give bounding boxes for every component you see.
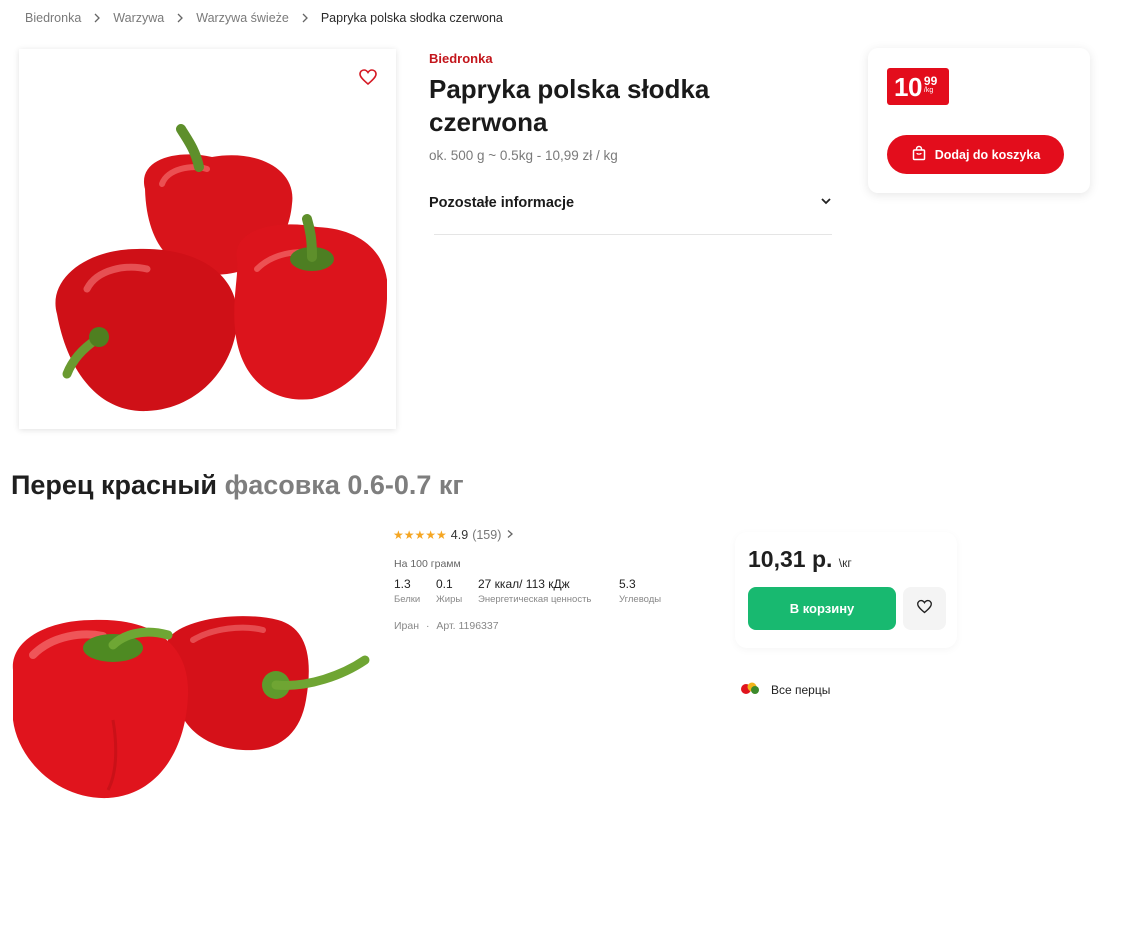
price-decimal: 99 <box>923 73 938 88</box>
shopping-bag-icon <box>911 145 927 164</box>
add-to-cart-button-ru[interactable]: В корзину <box>748 587 896 630</box>
price-unit: \кг <box>838 556 852 570</box>
peppers-category-icon <box>739 681 761 698</box>
product-image-peppers-ru <box>12 616 370 799</box>
nutrition-value: 0.1 <box>436 577 453 591</box>
product-title-ru: Перец красный фасовка 0.6-0.7 кг <box>11 470 464 501</box>
rating-value: 4.9 <box>450 528 469 542</box>
product-image-card <box>19 49 396 429</box>
heart-icon[interactable] <box>358 67 378 87</box>
product-title: Papryka polska słodka czerwona <box>429 74 710 137</box>
article-number: Арт. 1196337 <box>436 620 499 632</box>
other-info-toggle[interactable]: Pozostałe informacje <box>429 189 833 217</box>
breadcrumb-item-biedronka[interactable]: Biedronka <box>25 11 81 25</box>
nutrition-label: Углеводы <box>619 594 662 605</box>
nutrition-label: Белки <box>394 594 421 605</box>
breadcrumb: Biedronka Warzywa Warzywa świeże Papryka… <box>25 11 503 25</box>
chevron-right-icon <box>505 528 515 542</box>
product-title-pack: фасовка 0.6-0.7 кг <box>224 470 464 500</box>
breadcrumb-item-warzywa-swieze[interactable]: Warzywa świeże <box>196 11 289 25</box>
nutrition-label: Жиры <box>436 594 463 605</box>
heart-icon <box>916 598 933 620</box>
all-peppers-link[interactable]: Все перцы <box>739 681 830 698</box>
chevron-down-icon <box>819 194 833 213</box>
favorite-button[interactable] <box>903 587 946 630</box>
rating[interactable]: ★★★★★ 4.9 (159) <box>393 528 515 542</box>
all-peppers-label: Все перцы <box>771 682 831 697</box>
nutrition-label: Энергетическая ценность <box>478 594 592 605</box>
nutrition-value: 1.3 <box>394 577 411 591</box>
price-integer: 10 <box>894 71 922 102</box>
brand-label[interactable]: Biedronka <box>429 51 493 66</box>
weight-info: ok. 500 g ~ 0.5kg - 10,99 zł / kg <box>429 148 618 163</box>
price-value: 10,31 р. <box>748 546 833 572</box>
rating-count: (159) <box>472 528 502 542</box>
breadcrumb-item-warzywa[interactable]: Warzywa <box>113 11 164 25</box>
rating-stars-icon: ★★★★★ <box>393 528 447 542</box>
nutrition-fat: 0.1 Жиры <box>436 577 462 605</box>
chevron-right-icon <box>299 12 311 24</box>
nutrition-carbs: 5.3 Углеводы <box>619 577 661 605</box>
product-title-main: Перец красный <box>11 470 218 500</box>
divider <box>434 234 832 235</box>
nutrition-value: 5.3 <box>619 577 636 591</box>
nutrition-per-100g-label: На 100 грамм <box>394 558 461 570</box>
price-badge: 10 99 /kg <box>887 68 949 105</box>
other-info-label: Pozostałe informacje <box>429 195 575 211</box>
product-image-peppers <box>55 124 387 412</box>
nutrition-protein: 1.3 Белки <box>394 577 420 605</box>
breadcrumb-item-current: Papryka polska słodka czerwona <box>320 11 503 25</box>
buy-box-ru: 10,31 р. \кг В корзину <box>735 532 957 648</box>
nutrition-energy: 27 ккал/ 113 кДж Энергетическая ценность <box>478 577 591 605</box>
chevron-right-icon <box>91 12 103 24</box>
buy-box: 10 99 /kg Dodaj do koszyka <box>868 48 1090 193</box>
nutrition-value: 27 ккал/ 113 кДж <box>478 577 570 591</box>
origin-info: Иран · Арт. 1196337 <box>394 620 499 632</box>
add-to-cart-label: Dodaj do koszyka <box>934 147 1041 162</box>
price-ru: 10,31 р. \кг <box>748 546 852 573</box>
price-unit: /kg <box>923 86 934 94</box>
chevron-right-icon <box>174 12 186 24</box>
country-label: Иран <box>394 620 420 632</box>
add-to-cart-button[interactable]: Dodaj do koszyka <box>887 135 1064 174</box>
